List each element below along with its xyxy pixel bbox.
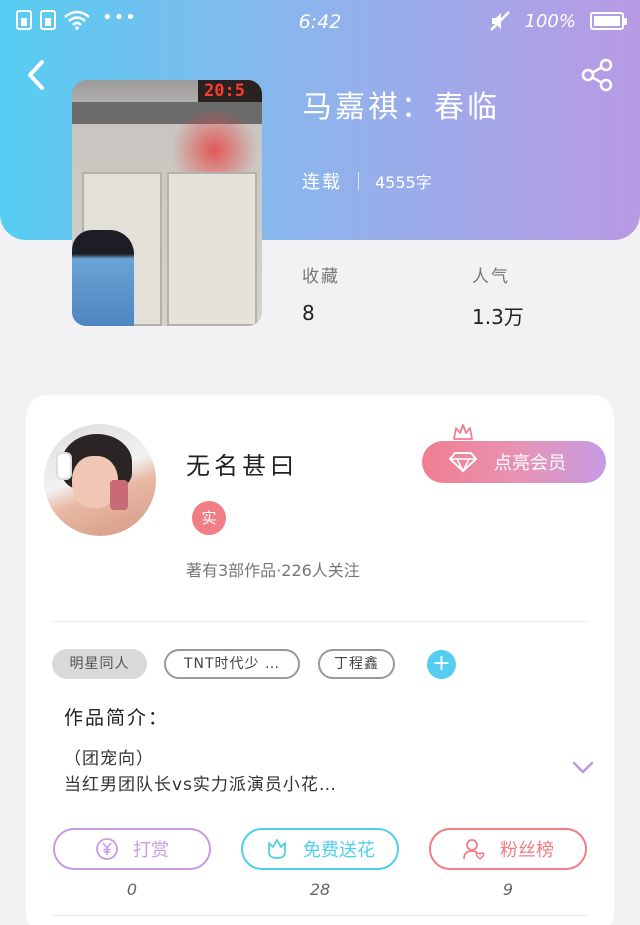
author-name[interactable]: 无名甚曰 — [186, 446, 298, 481]
stat-value: 8 — [302, 301, 315, 325]
vip-button[interactable]: 点亮会员 — [422, 441, 606, 483]
flower-icon — [268, 839, 286, 859]
mute-icon — [489, 11, 510, 31]
intro-title: 作品简介： — [64, 707, 170, 729]
real-name-badge: 实 — [192, 501, 226, 535]
fan-ranking-icon — [463, 839, 485, 861]
send-flower-button-label: 免费送花 — [303, 840, 375, 861]
share-icon[interactable] — [580, 58, 614, 92]
serial-status: 连载 — [302, 172, 342, 193]
reward-button-label: 打赏 — [133, 840, 169, 861]
book-title: 马嘉祺：春临 — [302, 90, 500, 125]
reward-count: 0 — [126, 880, 138, 899]
intro-line: （团宠向） — [64, 749, 154, 769]
battery-text: 100% — [524, 10, 576, 32]
author-info: 著有3部作品·226人关注 — [186, 561, 360, 580]
author-avatar[interactable] — [44, 424, 156, 536]
fan-ranking-button-label: 粉丝榜 — [500, 840, 554, 861]
battery-icon — [590, 12, 627, 30]
stat-label: 收藏 — [302, 267, 340, 287]
send-flower-button[interactable]: 免费送花 — [241, 828, 399, 870]
stat-popularity: 人气 1.3万 — [472, 262, 524, 330]
reward-button[interactable]: 打赏 — [53, 828, 211, 870]
stat-value: 1.3万 — [472, 305, 524, 329]
fan-ranking-button[interactable]: 粉丝榜 — [429, 828, 587, 870]
intro-line: 当红男团队长vs实力派演员小花… — [64, 775, 337, 795]
avatar-phone — [110, 480, 128, 510]
flower-count: 28 — [309, 880, 331, 899]
stat-label: 人气 — [472, 267, 510, 287]
status-right: 100% — [489, 10, 627, 32]
stat-favorites: 收藏 8 — [302, 262, 340, 325]
crown-icon — [453, 424, 473, 440]
diamond-icon — [449, 452, 477, 473]
chevron-down-icon[interactable] — [571, 760, 595, 776]
word-count: 4555字 — [375, 173, 432, 192]
book-cover-image[interactable]: 20:5 — [72, 80, 262, 326]
tag-item[interactable]: 丁程鑫 — [318, 649, 395, 679]
yen-icon — [96, 838, 118, 860]
cover-sign: 20:5 — [198, 80, 262, 102]
tag-item[interactable]: 明星同人 — [52, 649, 147, 679]
card-divider — [52, 621, 588, 622]
back-icon[interactable] — [22, 58, 50, 92]
avatar-headphone — [56, 452, 72, 480]
cover-person — [72, 230, 134, 326]
status-bar: ••• 6:42 100% — [0, 0, 640, 44]
add-tag-button[interactable]: + — [427, 650, 456, 679]
vip-button-label: 点亮会员 — [494, 453, 566, 474]
book-meta: 连载 4555字 — [302, 168, 432, 194]
fan-count: 9 — [502, 880, 514, 899]
cover-door-right — [167, 172, 257, 326]
tag-item[interactable]: TNT时代少 … — [164, 649, 300, 679]
meta-separator — [358, 172, 359, 190]
bottom-divider — [52, 915, 588, 916]
